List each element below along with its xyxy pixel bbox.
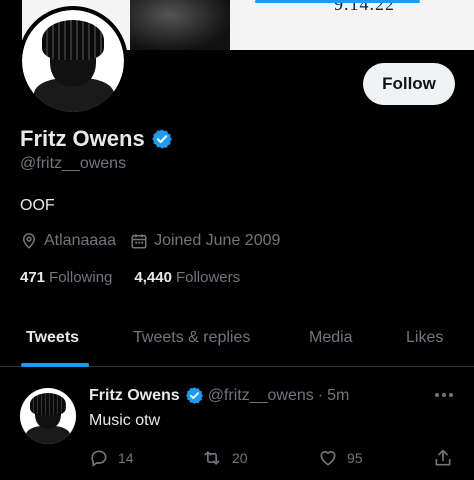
profile-handle: @fritz__owens bbox=[20, 155, 127, 172]
location-pin-icon bbox=[22, 233, 36, 249]
reply-icon bbox=[91, 450, 107, 467]
joined-text: Joined June 2009 bbox=[154, 232, 281, 249]
calendar-icon bbox=[131, 234, 147, 249]
banner-photo bbox=[130, 0, 230, 50]
active-tab-indicator bbox=[21, 363, 89, 367]
profile-meta: Atlanaaaa Joined June 2009 bbox=[20, 232, 294, 250]
verified-badge-icon bbox=[185, 387, 203, 404]
retweet-count: 20 bbox=[232, 450, 248, 466]
tweet-author-handle[interactable]: @fritz__owens bbox=[208, 387, 314, 405]
tweet-separator: · bbox=[317, 386, 324, 404]
tweet-text: Music otw bbox=[89, 412, 161, 429]
following-count: 471 bbox=[20, 269, 46, 286]
following-label: Following bbox=[49, 269, 113, 286]
reply-count: 14 bbox=[118, 450, 134, 466]
tab-tweets-replies[interactable]: Tweets & replies bbox=[133, 329, 250, 347]
like-icon bbox=[320, 450, 336, 466]
tweet-avatar[interactable] bbox=[20, 388, 76, 444]
profile-avatar[interactable] bbox=[18, 6, 128, 116]
tweet-author-name[interactable]: Fritz Owens bbox=[89, 387, 180, 405]
profile-name-row: Fritz Owens bbox=[20, 126, 173, 152]
retweet-icon bbox=[204, 451, 220, 465]
tab-likes[interactable]: Likes bbox=[406, 329, 443, 347]
following-link[interactable]: 471 Following bbox=[20, 269, 112, 286]
profile-tabs: Tweets Tweets & replies Media Likes bbox=[0, 315, 474, 367]
banner-top-bar bbox=[255, 0, 420, 3]
verified-badge-icon bbox=[151, 129, 172, 149]
like-count: 95 bbox=[347, 450, 363, 466]
like-button[interactable]: 95 bbox=[318, 448, 363, 468]
tweet-header: Fritz Owens @fritz__owens · 5m bbox=[89, 386, 349, 405]
followers-label: Followers bbox=[175, 269, 241, 286]
profile-joined: Joined June 2009 bbox=[130, 232, 280, 250]
reply-button[interactable]: 14 bbox=[89, 448, 134, 468]
profile-display-name: Fritz Owens bbox=[20, 126, 145, 151]
tweet-actions: 14 20 95 bbox=[89, 448, 459, 470]
follow-button[interactable]: Follow bbox=[363, 63, 455, 105]
followers-count: 4,440 bbox=[134, 269, 172, 286]
tab-tweets[interactable]: Tweets bbox=[26, 329, 79, 347]
more-icon[interactable] bbox=[434, 392, 454, 398]
retweet-button[interactable]: 20 bbox=[201, 448, 248, 468]
profile-location: Atlanaaaa bbox=[20, 232, 116, 250]
tab-media[interactable]: Media bbox=[309, 329, 353, 347]
followers-link[interactable]: 4,440 Followers bbox=[134, 269, 240, 286]
share-icon bbox=[435, 449, 451, 466]
profile-bio: OOF bbox=[20, 197, 55, 214]
location-text: Atlanaaaa bbox=[44, 232, 117, 249]
profile-stats: 471 Following 4,440 Followers bbox=[20, 269, 262, 286]
share-button[interactable] bbox=[433, 448, 453, 468]
tweet[interactable]: Fritz Owens @fritz__owens · 5m Music otw… bbox=[0, 370, 474, 480]
tweet-timestamp[interactable]: 5m bbox=[327, 387, 349, 405]
